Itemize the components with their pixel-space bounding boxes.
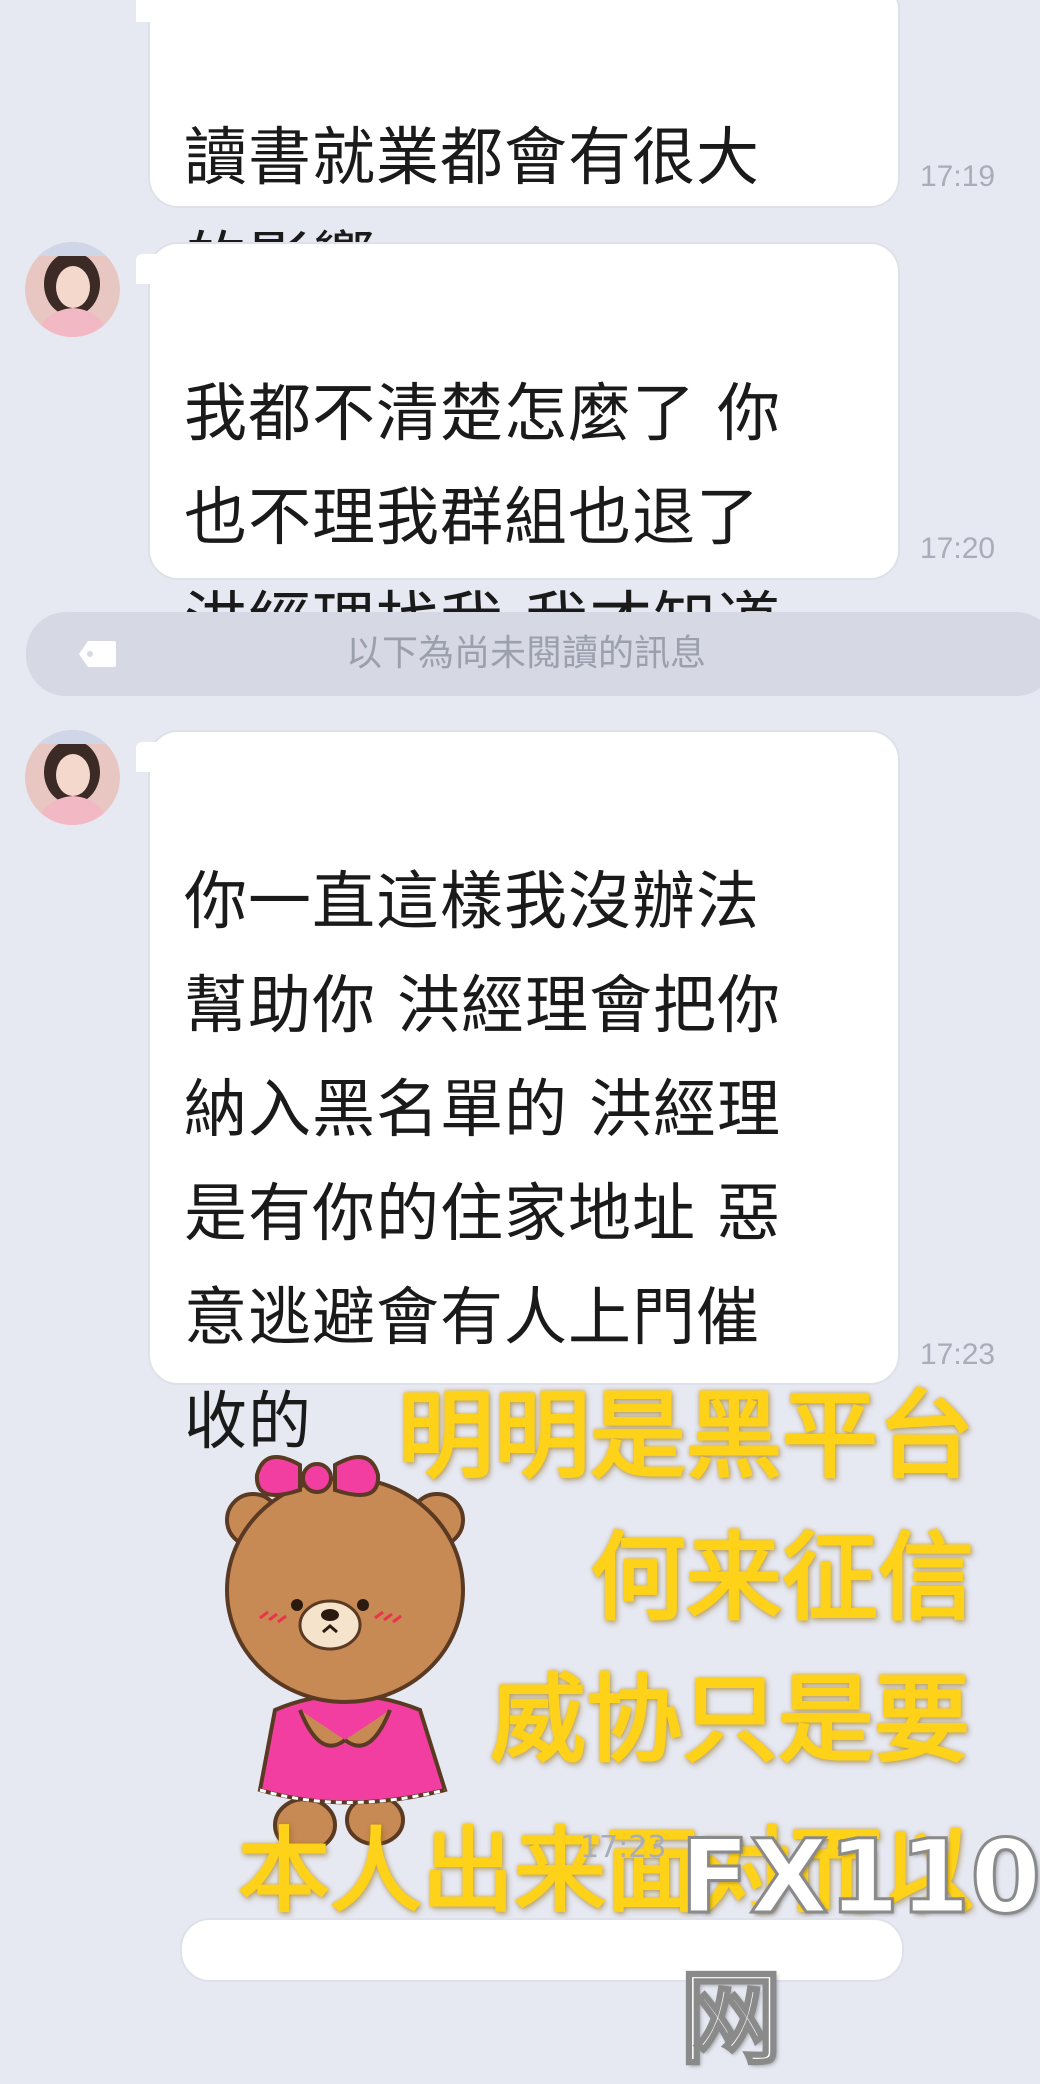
- message-bubble[interactable]: 我都不清楚怎麼了 你 也不理我群組也退了 洪經理找我 我才知道: [136, 242, 900, 658]
- message-bubble[interactable]: 你一直這樣我沒辦法 幫助你 洪經理會把你 納入黑名單的 洪經理 是有你的住家地址…: [136, 730, 900, 1458]
- bear-sticker[interactable]: [205, 1440, 485, 1860]
- unread-divider: 以下為尚未閱讀的訊息: [26, 612, 1040, 696]
- overlay-annotation-line: 威协只是要: [490, 1664, 970, 1776]
- message-bubble[interactable]: 讀書就業都會有很大 的影響。: [136, 0, 900, 298]
- contact-avatar[interactable]: [25, 730, 120, 825]
- message-timestamp: 17:23: [920, 1338, 996, 1371]
- message-timestamp: 17:19: [920, 160, 996, 193]
- watermark: FX110网: [678, 1817, 1040, 2081]
- overlay-annotation-line: 何来征信: [590, 1522, 974, 1634]
- message-timestamp: 17:20: [920, 532, 996, 565]
- message-timestamp: 17:23: [580, 1830, 667, 1865]
- message-text: 你一直這樣我沒辦法 幫助你 洪經理會把你 納入黑名單的 洪經理 是有你的住家地址…: [184, 865, 782, 1458]
- unread-divider-label: 以下為尚未閱讀的訊息: [345, 633, 706, 674]
- contact-avatar[interactable]: [25, 242, 120, 337]
- overlay-annotation-line: 明明是黑平台: [398, 1380, 974, 1492]
